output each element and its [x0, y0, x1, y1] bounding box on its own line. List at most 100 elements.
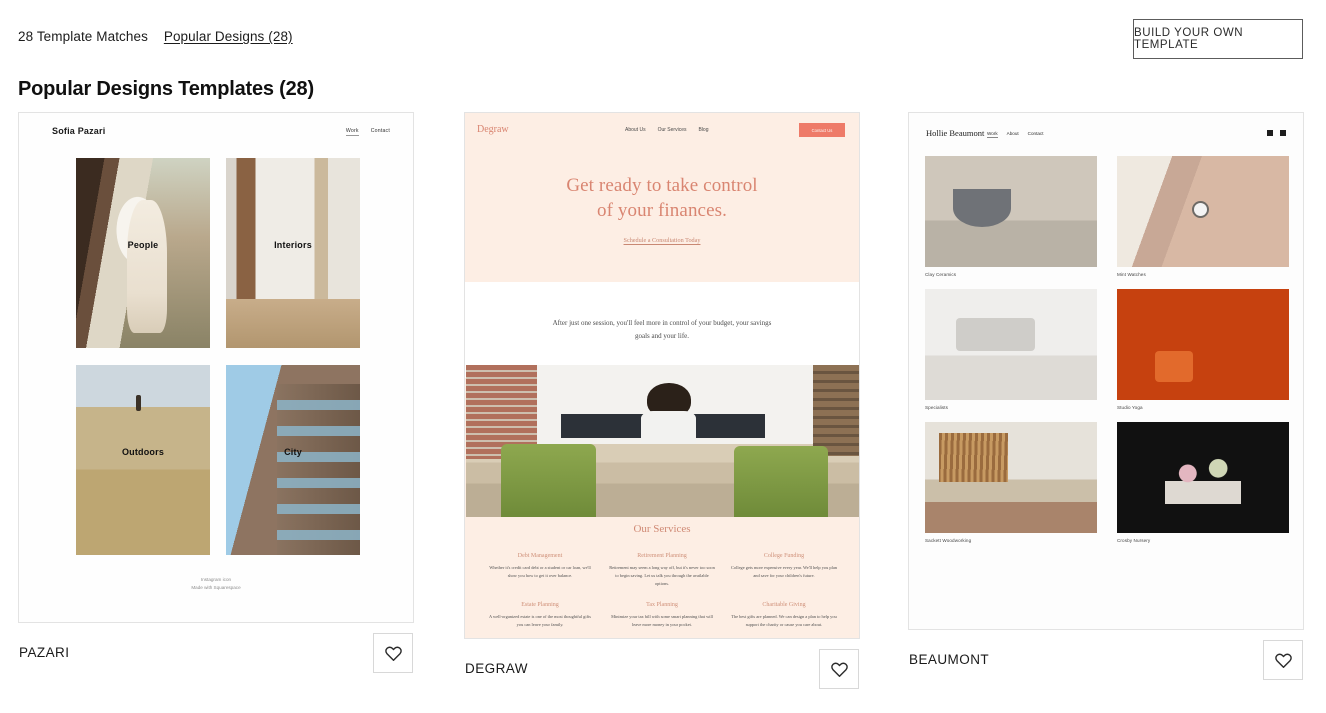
instagram-icon — [1267, 130, 1273, 136]
beaumont-gallery-row: Clay Ceramics Mint Watches — [925, 156, 1289, 277]
card-footer-pazari: PAZARI — [18, 623, 414, 677]
beaumont-item-caption: Specialists — [925, 405, 949, 410]
twitter-icon — [1280, 130, 1286, 136]
pazari-nav-contact: Contact — [370, 128, 390, 134]
degraw-services-row-2: Estate Planning A well-organized estate … — [465, 602, 859, 629]
degraw-intro-paragraph: After just one session, you'll feel more… — [552, 319, 772, 340]
service-title: College Funding — [763, 553, 805, 559]
template-preview-beaumont[interactable]: Hollie Beaumont Work About Contact Clay … — [908, 112, 1304, 630]
service-title: Debt Management — [517, 553, 563, 559]
studio-yoga-photo — [1117, 289, 1289, 400]
build-your-own-template-button[interactable]: BUILD YOUR OWN TEMPLATE — [1133, 19, 1303, 59]
service-title: Estate Planning — [521, 602, 559, 608]
favorite-button-pazari[interactable] — [373, 633, 413, 673]
beaumont-item-caption: Clay Ceramics — [925, 272, 957, 277]
heart-icon — [1274, 653, 1292, 668]
specialists-photo — [925, 289, 1097, 400]
service-body: Whether it's credit card debt or a stude… — [489, 565, 591, 578]
crosby-nursery-photo — [1117, 422, 1289, 533]
pazari-nav-work: Work — [345, 128, 359, 136]
beaumont-social-links — [1267, 130, 1286, 136]
pazari-gallery-row: Outdoors City — [76, 365, 360, 555]
results-summary: 28 Template Matches Popular Designs (28) — [18, 29, 293, 44]
pazari-gallery-row: People Interiors — [76, 158, 360, 348]
degraw-hero: Get ready to take control of your financ… — [465, 173, 859, 244]
template-card-degraw[interactable]: Degraw About Us Our Services Blog Contac… — [464, 112, 860, 693]
beaumont-gallery-row: Specialists Studio Yoga — [925, 289, 1289, 410]
sackett-woodworking-photo — [925, 422, 1097, 533]
match-count-label: 28 Template Matches — [18, 29, 148, 44]
service-body: College gets more expensive every year. … — [731, 565, 837, 578]
degraw-nav-about-us: About Us — [625, 127, 646, 133]
favorite-button-beaumont[interactable] — [1263, 640, 1303, 680]
pazari-tile-caption: Outdoors — [121, 446, 165, 457]
template-card-beaumont[interactable]: Hollie Beaumont Work About Contact Clay … — [908, 112, 1304, 684]
top-bar: 28 Template Matches Popular Designs (28)… — [0, 0, 1326, 76]
beaumont-item-clay-ceramics: Clay Ceramics — [925, 156, 1097, 277]
service-tax-planning: Tax Planning Minimize your tax bill with… — [601, 602, 723, 629]
degraw-nav: About Us Our Services Blog — [625, 127, 709, 133]
service-retirement-planning: Retirement Planning Retirement may seem … — [601, 553, 723, 588]
beaumont-nav-about: About — [1006, 131, 1019, 136]
heart-icon — [384, 646, 402, 661]
outdoors-photo — [76, 365, 210, 555]
beaumont-nav-contact: Contact — [1027, 131, 1044, 136]
beaumont-item-caption: Studio Yoga — [1117, 405, 1143, 410]
template-name-degraw: DEGRAW — [465, 661, 528, 676]
beaumont-item-sackett-woodworking: Sackett Woodworking — [925, 422, 1097, 543]
beaumont-item-caption: Crosby Nursery — [1117, 538, 1151, 543]
people-photo — [76, 158, 210, 348]
degraw-services-section: Our Services Debt Management Whether it'… — [465, 523, 859, 629]
beaumont-gallery-row: Sackett Woodworking Crosby Nursery — [925, 422, 1289, 543]
beaumont-item-specialists: Specialists — [925, 289, 1097, 410]
degraw-hero-line-2: of your finances. — [597, 200, 727, 221]
service-title: Retirement Planning — [637, 553, 687, 559]
beaumont-item-crosby-nursery: Crosby Nursery — [1117, 422, 1289, 543]
beaumont-item-studio-yoga: Studio Yoga — [1117, 289, 1289, 410]
clay-ceramics-photo — [925, 156, 1097, 267]
beaumont-site-mock: Hollie Beaumont Work About Contact Clay … — [909, 113, 1303, 629]
pazari-site-mock: Sofia Pazari Work Contact People Interio… — [19, 113, 413, 622]
degraw-hero-link: Schedule a Consultation Today — [623, 237, 701, 244]
template-card-pazari[interactable]: Sofia Pazari Work Contact People Interio… — [18, 112, 414, 677]
service-body: Minimize your tax bill with some smart p… — [611, 614, 713, 627]
favorite-button-degraw[interactable] — [819, 649, 859, 689]
template-preview-degraw[interactable]: Degraw About Us Our Services Blog Contac… — [464, 112, 860, 639]
beaumont-site-header: Hollie Beaumont Work About Contact — [909, 113, 1303, 153]
beaumont-item-caption: Sackett Woodworking — [925, 538, 972, 543]
pazari-footer-line: Instagram icon — [200, 577, 232, 582]
degraw-site-header: Degraw About Us Our Services Blog Contac… — [465, 113, 859, 149]
heart-icon — [830, 662, 848, 677]
card-footer-degraw: DEGRAW — [464, 639, 860, 693]
mint-watches-photo — [1117, 156, 1289, 267]
green-chair-left — [501, 444, 596, 517]
person-body — [641, 410, 697, 445]
degraw-nav-blog: Blog — [698, 127, 709, 133]
pazari-gallery: People Interiors Outdoors City — [76, 158, 360, 555]
interiors-photo — [226, 158, 360, 348]
category-filter-link[interactable]: Popular Designs (28) — [164, 29, 293, 44]
pazari-footer-line: Made with Squarespace — [191, 585, 241, 590]
template-preview-pazari[interactable]: Sofia Pazari Work Contact People Interio… — [18, 112, 414, 623]
beaumont-gallery: Clay Ceramics Mint Watches Specialists S… — [925, 156, 1289, 543]
degraw-nav-our-services: Our Services — [657, 127, 687, 133]
degraw-logo: Degraw — [477, 124, 509, 135]
beaumont-nav-work: Work — [987, 131, 998, 138]
beaumont-logo: Hollie Beaumont — [926, 128, 985, 138]
card-footer-beaumont: BEAUMONT — [908, 630, 1304, 684]
pazari-tile-people: People — [76, 158, 210, 348]
service-title: Tax Planning — [646, 602, 678, 608]
service-body: A well-organized estate is one of the mo… — [489, 614, 591, 627]
service-debt-management: Debt Management Whether it's credit card… — [479, 553, 601, 588]
degraw-services-row-1: Debt Management Whether it's credit card… — [465, 553, 859, 588]
pazari-tile-caption: Interiors — [274, 239, 312, 250]
page-title: Popular Designs Templates (28) — [18, 78, 314, 100]
wood-wall — [812, 365, 859, 457]
template-grid: Sofia Pazari Work Contact People Interio… — [0, 112, 1326, 712]
degraw-services-title: Our Services — [633, 523, 691, 535]
service-body: Retirement may seem a long way off, but … — [609, 565, 715, 586]
degraw-hero-line-1: Get ready to take control — [566, 175, 758, 196]
template-name-pazari: PAZARI — [19, 645, 70, 660]
pazari-tile-city: City — [226, 365, 360, 555]
pazari-tile-outdoors: Outdoors — [76, 365, 210, 555]
